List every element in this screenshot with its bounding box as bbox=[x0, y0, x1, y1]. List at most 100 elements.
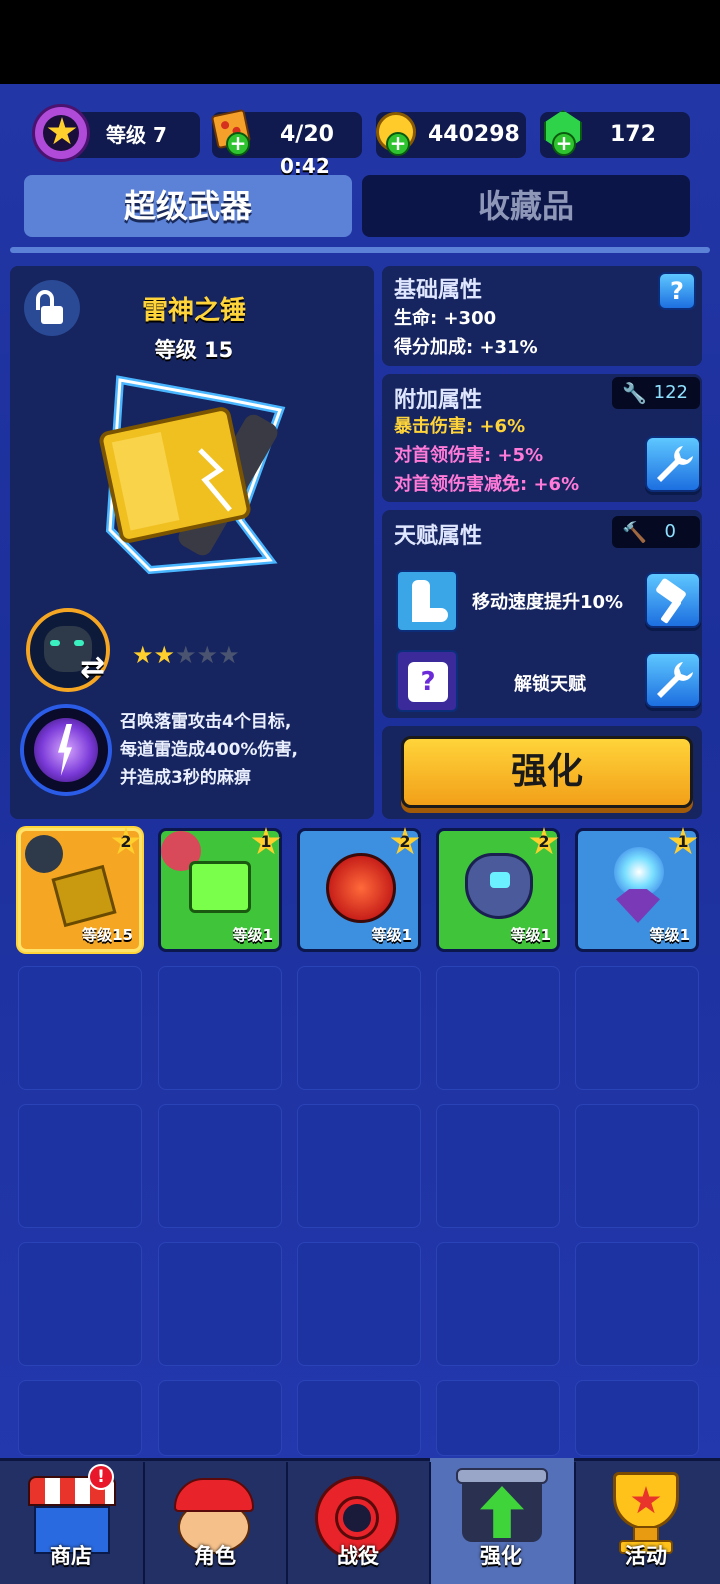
nav-shop[interactable]: ! 商店 bbox=[0, 1458, 142, 1584]
nav-label: 活动 bbox=[625, 1544, 667, 1568]
tab-collectibles[interactable]: 收藏品 bbox=[362, 175, 690, 237]
shield-drone-icon bbox=[465, 853, 533, 919]
panther-avatar-icon bbox=[25, 835, 63, 873]
hammer-count: 0 bbox=[664, 521, 676, 542]
nav-label: 强化 bbox=[480, 1544, 522, 1568]
help-button[interactable]: ? bbox=[658, 272, 696, 310]
empty-slot bbox=[436, 966, 560, 1090]
tab-super-weapon[interactable]: 超级武器 bbox=[24, 175, 352, 237]
empty-slot bbox=[297, 1380, 421, 1456]
wrench-icon bbox=[657, 662, 693, 698]
green-cube-icon bbox=[189, 861, 251, 913]
card-level: 等级1 bbox=[371, 926, 412, 944]
talent-attributes-title: 天赋属性 bbox=[394, 524, 483, 549]
skill-desc-line: 召唤落雷攻击4个目标, bbox=[120, 712, 292, 732]
nav-label: 战役 bbox=[337, 1544, 379, 1568]
card-level: 等级1 bbox=[232, 926, 273, 944]
empty-slot bbox=[575, 966, 699, 1090]
empty-slot bbox=[18, 1104, 142, 1228]
add-energy-icon[interactable]: + bbox=[226, 132, 250, 156]
star-empty-icon: ★ bbox=[218, 641, 240, 669]
card-level: 等级1 bbox=[510, 926, 551, 944]
empty-slot bbox=[158, 1380, 282, 1456]
nav-events[interactable]: 活动 bbox=[575, 1458, 717, 1584]
weapon-card[interactable]: 2 等级15 bbox=[18, 827, 142, 952]
wrench-icon bbox=[657, 446, 693, 482]
empty-slot bbox=[575, 1104, 699, 1228]
skill-description: 召唤落雷攻击4个目标, 每道雷造成400%伤害, 并造成3秒的麻痹 bbox=[120, 708, 298, 792]
lightning-skill-icon[interactable] bbox=[20, 704, 112, 796]
dice-icon: ? bbox=[396, 650, 458, 712]
gem-value: 172 bbox=[610, 122, 656, 147]
crystal-base-icon bbox=[616, 889, 660, 923]
reroll-attributes-button[interactable] bbox=[645, 436, 701, 492]
red-orb-icon bbox=[326, 853, 396, 923]
star-empty-icon: ★ bbox=[175, 641, 197, 669]
weapon-card[interactable]: 1 等级1 bbox=[575, 827, 699, 952]
empty-slot bbox=[18, 1380, 142, 1456]
star-filled-icon: ★ bbox=[153, 641, 176, 669]
wrench-count: 122 bbox=[653, 382, 688, 403]
nav-character[interactable]: 角色 bbox=[144, 1458, 286, 1584]
stat-crit-damage: 暴击伤害: +6% bbox=[394, 416, 526, 437]
weapon-name: 雷神之锤 bbox=[141, 296, 246, 326]
star-level-icon bbox=[32, 104, 90, 162]
wrench-counter: 🔧 122 bbox=[612, 377, 700, 409]
empty-slot bbox=[297, 1104, 421, 1228]
card-star-badge: 2 bbox=[111, 827, 141, 855]
skill-desc-line: 并造成3秒的麻痹 bbox=[120, 768, 251, 788]
player-level-text: 等级 7 bbox=[106, 123, 167, 147]
card-level: 等级1 bbox=[649, 926, 690, 944]
empty-slot bbox=[436, 1242, 560, 1366]
gold-value: 440298 bbox=[428, 122, 520, 147]
card-star-badge: 1 bbox=[668, 827, 698, 855]
empty-slot bbox=[575, 1242, 699, 1366]
nav-upgrade[interactable]: 强化 bbox=[430, 1458, 572, 1584]
weapon-card[interactable]: 2 等级1 bbox=[436, 827, 560, 952]
card-star-badge: 2 bbox=[529, 827, 559, 855]
weapon-card[interactable]: 2 等级1 bbox=[297, 827, 421, 952]
hammer-icon bbox=[656, 578, 686, 624]
empty-slot bbox=[158, 1104, 282, 1228]
status-bar-area bbox=[0, 0, 720, 84]
empty-slot bbox=[575, 1380, 699, 1456]
star-rating: ★★★★★ bbox=[132, 641, 240, 669]
empty-slot bbox=[436, 1104, 560, 1228]
shop-alert-badge: ! bbox=[88, 1464, 114, 1490]
star-filled-icon: ★ bbox=[132, 641, 154, 669]
weapon-level: 等级 15 bbox=[154, 338, 234, 362]
tab-divider bbox=[10, 247, 710, 253]
nav-label: 商店 bbox=[50, 1544, 92, 1568]
empty-slot bbox=[297, 1242, 421, 1366]
energy-value: 4/20 bbox=[280, 122, 334, 147]
swap-icon[interactable]: ⇄ bbox=[80, 650, 116, 686]
empty-slot bbox=[297, 966, 421, 1090]
base-attributes-title: 基础属性 bbox=[394, 278, 483, 303]
hammer-icon bbox=[51, 864, 117, 928]
stat-boss-damage: 对首领伤害: +5% bbox=[394, 445, 544, 466]
card-level: 等级15 bbox=[82, 926, 133, 944]
stat-score-bonus: 得分加成: +31% bbox=[394, 337, 538, 358]
talent-hammer-button[interactable] bbox=[645, 572, 701, 628]
hammer-counter: 🔨 0 bbox=[612, 516, 700, 548]
empty-slot bbox=[436, 1380, 560, 1456]
extra-attributes-title: 附加属性 bbox=[394, 388, 483, 413]
empty-slot bbox=[158, 966, 282, 1090]
unlock-icon[interactable] bbox=[24, 280, 80, 336]
skill-desc-line: 每道雷造成400%伤害, bbox=[120, 740, 298, 760]
empty-slot bbox=[18, 966, 142, 1090]
empty-slot bbox=[158, 1242, 282, 1366]
upgrade-button[interactable]: 强化 bbox=[401, 736, 693, 808]
add-gold-icon[interactable]: + bbox=[386, 132, 410, 156]
nav-campaign[interactable]: 战役 bbox=[287, 1458, 429, 1584]
wrench-icon: 🔧 bbox=[622, 381, 647, 405]
talent-1-text: 移动速度提升10% bbox=[472, 592, 624, 613]
add-gem-icon[interactable]: + bbox=[552, 132, 576, 156]
talent-2-text: 解锁天赋 bbox=[514, 674, 586, 695]
nav-label: 角色 bbox=[194, 1544, 236, 1568]
unlock-talent-button[interactable] bbox=[645, 652, 701, 708]
card-star-badge: 2 bbox=[390, 827, 420, 855]
upgrade-arrow-icon bbox=[456, 1468, 548, 1548]
card-star-badge: 1 bbox=[251, 827, 281, 855]
weapon-card[interactable]: 1 等级1 bbox=[158, 827, 282, 952]
